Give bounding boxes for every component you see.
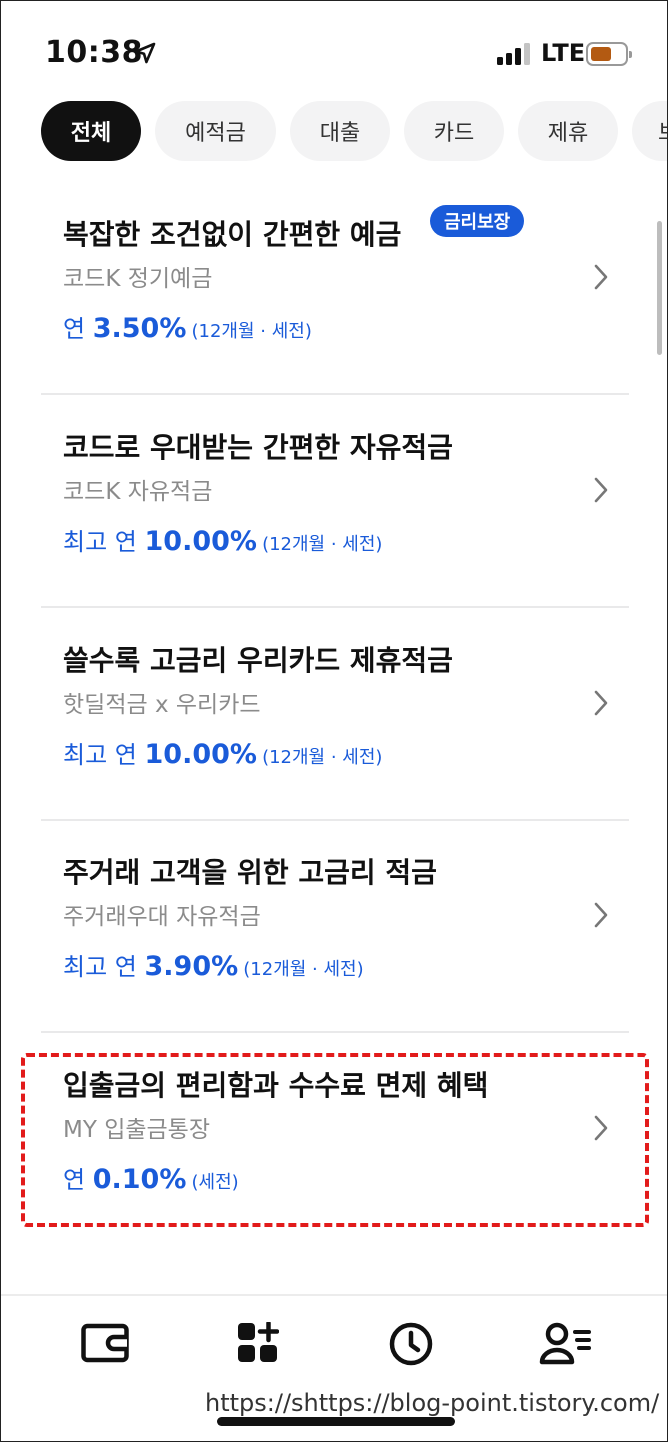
product-title: 쓸수록 고금리 우리카드 제휴적금 bbox=[63, 644, 453, 677]
rate-prefix: 최고 연 bbox=[63, 528, 145, 556]
rate-prefix: 연 bbox=[63, 315, 93, 343]
product-title: 코드로 우대받는 간편한 자유적금 bbox=[63, 431, 453, 464]
tab-partnership[interactable]: 제휴 bbox=[518, 101, 618, 161]
app-screen: 10:38 LTE 전체 예적금 대출 카드 제휴 보 복잡한 조건없이 간편한… bbox=[0, 0, 668, 1442]
product-name: 주거래우대 자유적금 bbox=[63, 904, 261, 930]
product-rate: 최고 연 3.90% (12개월 · 세전) bbox=[63, 947, 364, 982]
product-title: 주거래 고객을 위한 고금리 적금 bbox=[63, 856, 437, 889]
product-title: 복잡한 조건없이 간편한 예금 bbox=[63, 218, 402, 251]
product-item[interactable]: 주거래 고객을 위한 고금리 적금 주거래우대 자유적금 최고 연 3.90% … bbox=[41, 819, 629, 1033]
wallet-icon[interactable] bbox=[81, 1322, 131, 1364]
rate-prefix: 최고 연 bbox=[63, 953, 145, 981]
tab-all[interactable]: 전체 bbox=[41, 101, 141, 161]
rate-value: 10.00% bbox=[144, 526, 257, 557]
product-name: 코드K 정기예금 bbox=[63, 266, 213, 292]
tab-card[interactable]: 카드 bbox=[404, 101, 504, 161]
watermark-url: https://shttps://blog-point.tistory.com/ bbox=[205, 1389, 660, 1417]
home-indicator[interactable] bbox=[217, 1417, 455, 1426]
scrollbar[interactable] bbox=[657, 221, 662, 355]
status-bar: 10:38 LTE bbox=[1, 1, 667, 96]
user-menu-icon[interactable] bbox=[539, 1322, 591, 1366]
network-type: LTE bbox=[541, 39, 586, 67]
product-item[interactable]: 복잡한 조건없이 간편한 예금 금리보장 코드K 정기예금 연 3.50% (1… bbox=[41, 181, 629, 395]
status-time: 10:38 bbox=[45, 35, 143, 70]
category-tabs: 전체 예적금 대출 카드 제휴 보 bbox=[1, 101, 667, 163]
product-item[interactable]: 코드로 우대받는 간편한 자유적금 코드K 자유적금 최고 연 10.00% (… bbox=[41, 394, 629, 608]
rate-note: (12개월 · 세전) bbox=[262, 747, 383, 768]
chevron-right-icon bbox=[594, 477, 608, 503]
apps-plus-icon[interactable] bbox=[237, 1322, 279, 1364]
battery-icon bbox=[586, 42, 632, 66]
rate-note: (12개월 · 세전) bbox=[243, 959, 364, 980]
rate-note: (12개월 · 세전) bbox=[262, 534, 383, 555]
cellular-signal-icon bbox=[497, 43, 530, 65]
chevron-right-icon bbox=[594, 690, 608, 716]
product-name: 코드K 자유적금 bbox=[63, 479, 213, 505]
rate-prefix: 최고 연 bbox=[63, 741, 145, 769]
rate-value: 3.50% bbox=[92, 313, 187, 344]
clock-icon[interactable] bbox=[389, 1322, 433, 1366]
rate-value: 3.90% bbox=[144, 951, 239, 982]
product-rate: 최고 연 10.00% (12개월 · 세전) bbox=[63, 522, 382, 557]
location-arrow-icon bbox=[134, 42, 156, 64]
tab-deposit-savings[interactable]: 예적금 bbox=[155, 101, 276, 161]
product-rate: 연 3.50% (12개월 · 세전) bbox=[63, 309, 312, 344]
highlight-box bbox=[21, 1053, 649, 1227]
product-item[interactable]: 쓸수록 고금리 우리카드 제휴적금 핫딜적금 x 우리카드 최고 연 10.00… bbox=[41, 607, 629, 821]
product-rate: 최고 연 10.00% (12개월 · 세전) bbox=[63, 735, 382, 770]
rate-value: 10.00% bbox=[144, 739, 257, 770]
chevron-right-icon bbox=[594, 902, 608, 928]
chevron-right-icon bbox=[594, 264, 608, 290]
tab-loan[interactable]: 대출 bbox=[290, 101, 390, 161]
tab-insurance[interactable]: 보 bbox=[632, 101, 667, 161]
product-name: 핫딜적금 x 우리카드 bbox=[63, 692, 261, 718]
rate-guarantee-badge: 금리보장 bbox=[430, 205, 525, 237]
rate-note: (12개월 · 세전) bbox=[191, 321, 312, 342]
